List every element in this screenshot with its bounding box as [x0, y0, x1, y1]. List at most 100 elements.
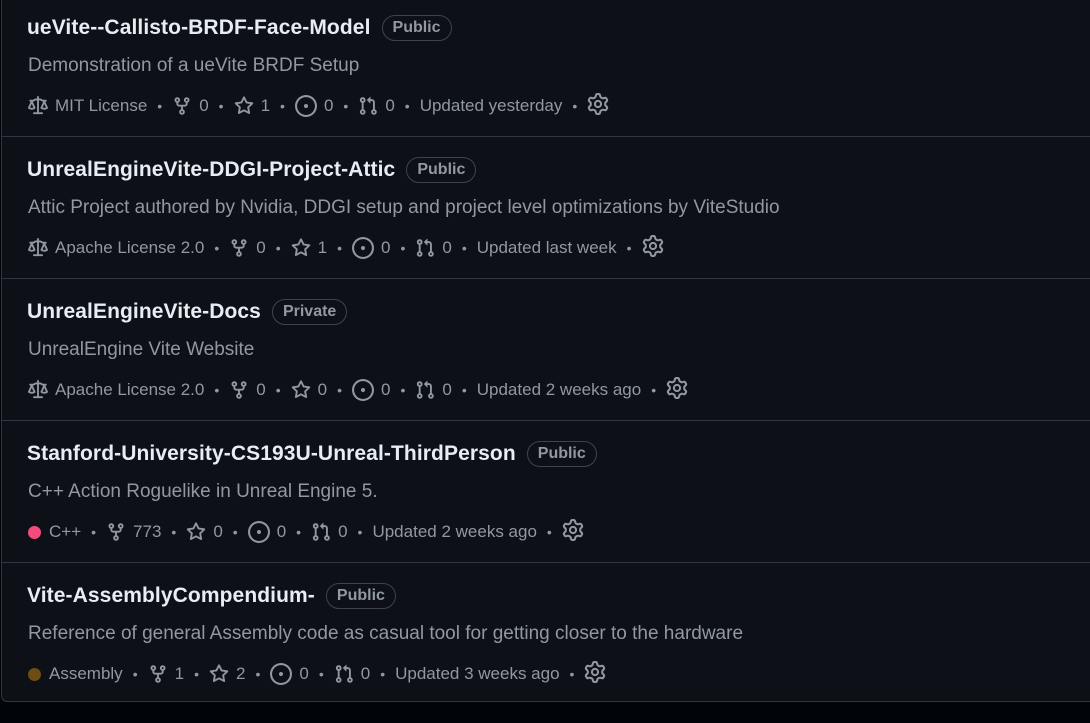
updated-info: Updated 2 weeks ago [372, 522, 536, 542]
separator-dot: • [569, 666, 575, 682]
separator-dot: • [255, 666, 261, 682]
law-icon [28, 96, 48, 116]
separator-dot: • [461, 240, 467, 256]
repo-item-stanford-cs193u: Stanford-University-CS193U-Unreal-ThirdP… [2, 421, 1090, 563]
settings-button[interactable] [584, 660, 606, 688]
language-color-dot [28, 667, 41, 681]
issues-link[interactable]: 0 [352, 379, 390, 401]
updated-label: Updated last week [476, 238, 617, 257]
issue-opened-icon [247, 521, 270, 543]
repo-forked-icon [229, 380, 249, 400]
separator-dot: • [214, 240, 220, 256]
separator-dot: • [275, 240, 281, 256]
forks-link[interactable]: 0 [172, 96, 209, 116]
separator-dot: • [404, 98, 410, 114]
stars-link[interactable]: 1 [234, 96, 270, 116]
star-icon [291, 238, 311, 258]
separator-dot: • [400, 382, 406, 398]
separator-dot: • [651, 382, 657, 398]
git-pull-request-icon [358, 96, 378, 116]
separator-dot: • [400, 240, 406, 256]
separator-dot: • [280, 98, 285, 114]
star-icon [234, 96, 254, 116]
settings-button[interactable] [587, 92, 609, 120]
repo-name-link[interactable]: UnrealEngineVite-Docs [27, 300, 261, 324]
separator-dot: • [157, 98, 163, 114]
forks-count: 0 [256, 380, 266, 399]
separator-dot: • [91, 524, 97, 540]
license-label: Apache License 2.0 [55, 380, 205, 399]
forks-count: 1 [174, 664, 185, 683]
pulls-link[interactable]: 0 [334, 664, 370, 684]
repo-meta-row: MIT License • 0 • 1 • 0 • 0 • Updated ye… [28, 92, 609, 120]
git-pull-request-icon [415, 238, 435, 258]
updated-info: Updated yesterday [420, 96, 563, 116]
stars-count: 0 [317, 380, 328, 399]
separator-dot: • [546, 524, 552, 540]
separator-dot: • [337, 382, 342, 398]
separator-dot: • [626, 240, 632, 256]
stars-link[interactable]: 2 [209, 664, 245, 684]
issues-link[interactable]: 0 [294, 95, 333, 117]
language-label: Assembly [49, 664, 123, 683]
pulls-count: 0 [338, 522, 348, 541]
repo-name-link[interactable]: ueVite--Callisto-BRDF-Face-Model [27, 16, 371, 40]
separator-dot: • [337, 240, 342, 256]
pulls-link[interactable]: 0 [358, 96, 395, 116]
updated-info: Updated 3 weeks ago [395, 664, 559, 684]
git-pull-request-icon [334, 664, 354, 684]
pulls-link[interactable]: 0 [415, 380, 452, 400]
issue-opened-icon [352, 237, 374, 259]
settings-button[interactable] [666, 376, 688, 404]
repo-description: Attic Project authored by Nvidia, DDGI s… [28, 197, 780, 218]
issues-link[interactable]: 0 [247, 521, 287, 543]
repo-meta-row: Apache License 2.0 • 0 • 1 • 0 • 0 • Upd… [28, 234, 664, 262]
gear-icon [584, 660, 606, 688]
repo-item-ddgi-attic: UnrealEngineVite-DDGI-Project-Attic Publ… [2, 137, 1090, 279]
issues-count: 0 [276, 522, 287, 541]
repo-title-row: Vite-AssemblyCompendium- Public [27, 580, 396, 612]
issues-count: 0 [299, 664, 309, 683]
license-label: Apache License 2.0 [55, 238, 205, 257]
forks-link[interactable]: 1 [148, 664, 184, 684]
issues-link[interactable]: 0 [270, 663, 309, 685]
license-info: Apache License 2.0 [28, 380, 204, 400]
updated-info: Updated last week [477, 238, 617, 258]
license-info: Apache License 2.0 [28, 238, 204, 258]
updated-label: Updated 2 weeks ago [372, 522, 537, 541]
repo-forked-icon [229, 238, 249, 258]
repo-description: UnrealEngine Vite Website [28, 339, 255, 360]
stars-count: 1 [260, 96, 271, 115]
star-icon [209, 664, 229, 684]
updated-label: Updated yesterday [419, 96, 563, 115]
stars-link[interactable]: 0 [291, 380, 327, 400]
language-label: C++ [49, 522, 82, 541]
settings-button[interactable] [642, 234, 664, 262]
pulls-link[interactable]: 0 [415, 238, 452, 258]
repo-name-link[interactable]: UnrealEngineVite-DDGI-Project-Attic [27, 158, 395, 182]
pulls-count: 0 [442, 380, 452, 399]
pulls-link[interactable]: 0 [311, 522, 348, 542]
visibility-badge: Public [406, 157, 477, 183]
repo-name-link[interactable]: Stanford-University-CS193U-Unreal-ThirdP… [27, 442, 516, 466]
forks-link[interactable]: 773 [106, 522, 161, 542]
settings-button[interactable] [562, 518, 584, 546]
repo-name-link[interactable]: Vite-AssemblyCompendium- [27, 584, 315, 608]
forks-link[interactable]: 0 [229, 238, 266, 258]
repo-meta-row: Assembly • 1 • 2 • 0 • 0 • Updated 3 wee… [28, 660, 606, 688]
issues-count: 0 [381, 238, 391, 257]
star-icon [186, 522, 206, 542]
language-info: Assembly [28, 664, 123, 684]
separator-dot: • [132, 666, 138, 682]
separator-dot: • [572, 98, 578, 114]
gear-icon [562, 518, 584, 546]
stars-count: 2 [235, 664, 246, 683]
issues-link[interactable]: 0 [352, 237, 390, 259]
forks-link[interactable]: 0 [229, 380, 266, 400]
stars-link[interactable]: 1 [291, 238, 327, 258]
visibility-badge: Public [381, 15, 452, 41]
stars-link[interactable]: 0 [186, 522, 223, 542]
gear-icon [587, 92, 609, 120]
visibility-badge: Public [526, 441, 597, 467]
separator-dot: • [275, 382, 281, 398]
